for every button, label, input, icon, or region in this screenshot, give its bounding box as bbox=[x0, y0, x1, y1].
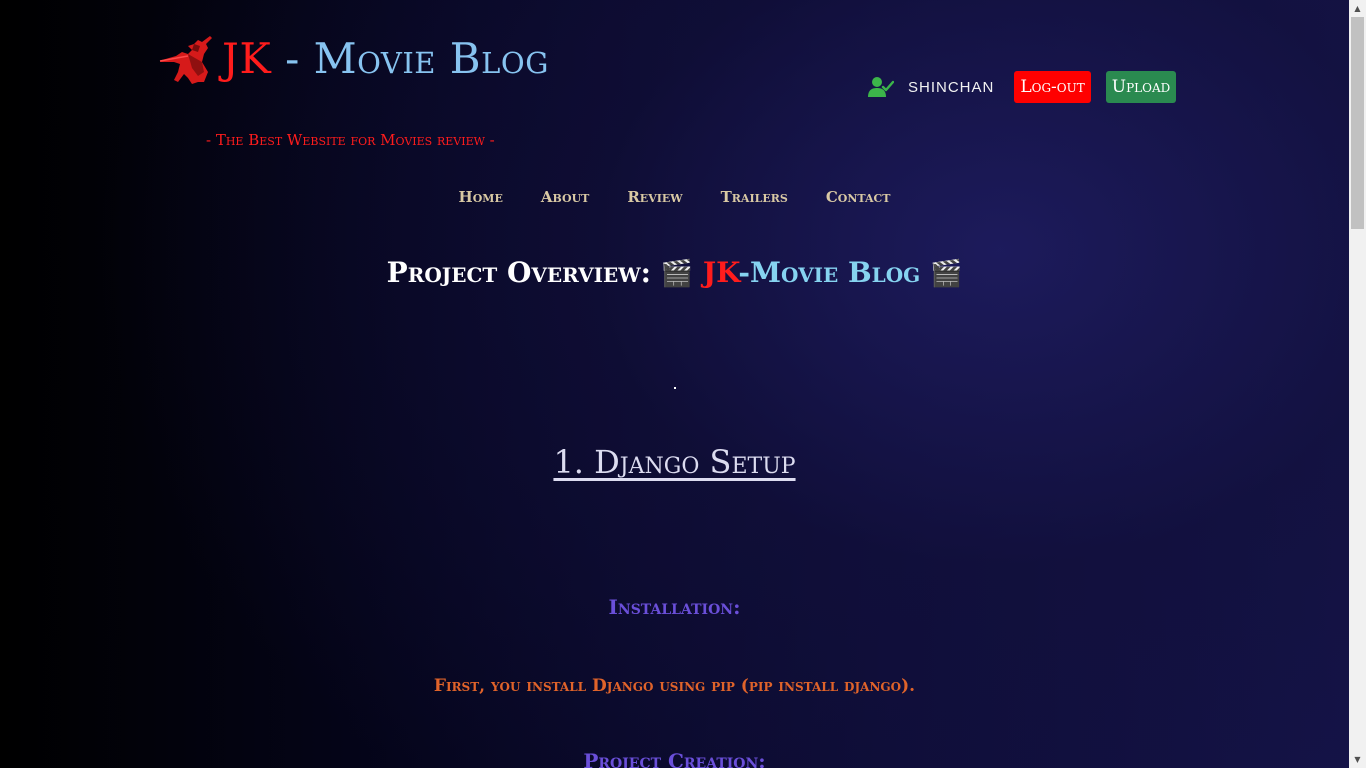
site-title-jk: JK bbox=[222, 34, 272, 83]
scroll-down-icon[interactable]: ▼ bbox=[1349, 751, 1366, 768]
divider-dot bbox=[674, 387, 676, 389]
user-bar: SHINCHAN Log-out Upload bbox=[868, 71, 1177, 103]
logout-button[interactable]: Log-out bbox=[1014, 71, 1091, 103]
nav-item-about[interactable]: About bbox=[541, 188, 590, 206]
nav-item-contact[interactable]: Contact bbox=[826, 188, 891, 206]
samurai-warrior-icon bbox=[159, 36, 212, 84]
site-title-rest: - Movie Blog bbox=[271, 34, 549, 83]
overview-prefix: Project Overview: bbox=[386, 256, 651, 289]
site-tagline: - The Best Website for Movies review - bbox=[206, 131, 495, 149]
user-check-icon bbox=[868, 77, 894, 97]
username-label: SHINCHAN bbox=[908, 78, 995, 96]
overview-rest: -Movie Blog bbox=[738, 256, 921, 289]
scroll-up-icon[interactable]: ▲ bbox=[1349, 0, 1366, 17]
clapperboard-icon: 🎬 bbox=[660, 259, 694, 289]
site-title: JK - Movie Blog bbox=[222, 32, 549, 86]
nav-item-trailers[interactable]: Trailers bbox=[721, 188, 788, 206]
paragraph-installation: First, you install Django using pip (pip… bbox=[433, 676, 916, 696]
site-logo[interactable]: JK - Movie Blog bbox=[158, 32, 549, 86]
upload-button[interactable]: Upload bbox=[1105, 71, 1177, 103]
main-nav: Home About Review Trailers Contact bbox=[0, 188, 1349, 206]
subheading-installation: Installation: bbox=[608, 595, 741, 619]
scrollbar-thumb[interactable] bbox=[1351, 17, 1364, 229]
page: JK - Movie Blog - The Best Website for M… bbox=[0, 0, 1349, 768]
overview-jk: JK bbox=[702, 256, 739, 289]
vertical-scrollbar[interactable]: ▲ ▼ bbox=[1349, 0, 1366, 768]
nav-item-home[interactable]: Home bbox=[459, 188, 503, 206]
clapperboard-icon: 🎬 bbox=[929, 259, 963, 289]
nav-item-review[interactable]: Review bbox=[627, 188, 682, 206]
section-title: 1. Django Setup bbox=[553, 443, 796, 481]
subheading-project-creation: Project Creation: bbox=[583, 749, 766, 768]
page-title: Project Overview: 🎬 JK-Movie Blog 🎬 bbox=[0, 256, 1349, 289]
